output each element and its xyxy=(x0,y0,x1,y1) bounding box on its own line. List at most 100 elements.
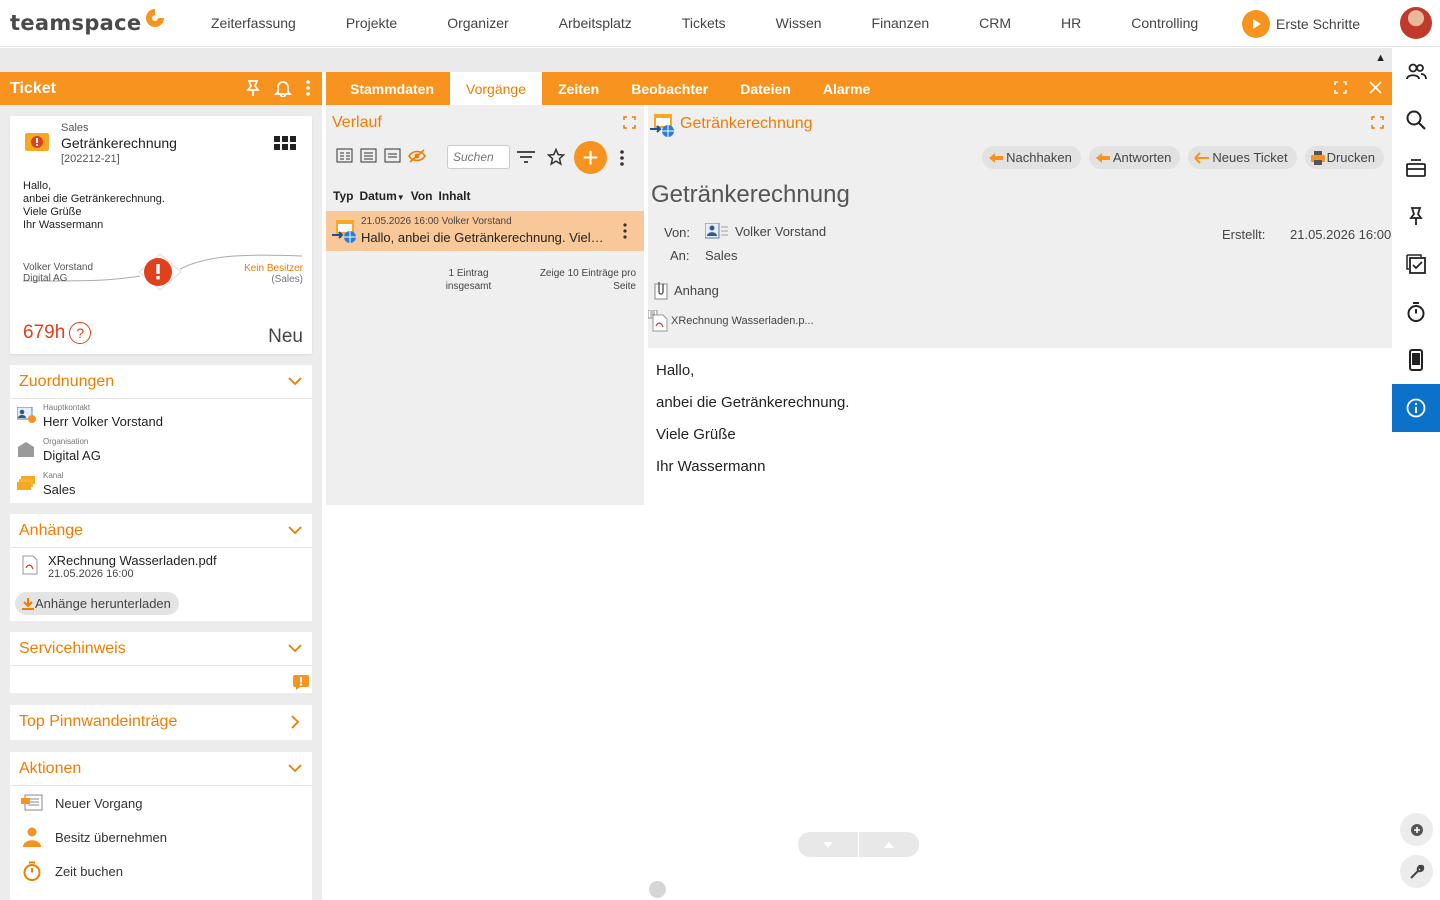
ticket-number: [202212-21] xyxy=(61,153,120,165)
plus-circle-icon xyxy=(1410,823,1423,836)
action-neuer-vorgang[interactable]: Neuer Vorgang xyxy=(10,786,312,820)
tasks-rail-button[interactable] xyxy=(1392,240,1440,288)
view-compact-icon[interactable] xyxy=(384,148,402,164)
action-zeit-buchen[interactable]: Zeit buchen xyxy=(10,854,312,888)
ticket-category: Sales xyxy=(61,122,89,134)
printer-icon xyxy=(1310,150,1325,165)
add-circle-button[interactable] xyxy=(1400,813,1433,846)
mail-subject: Getränkerechnung xyxy=(651,181,850,208)
service-alert-icon xyxy=(293,675,309,690)
page-size[interactable]: Zeige 10 Einträge pro Seite xyxy=(516,267,636,293)
play-icon xyxy=(1242,10,1270,38)
row-meta: 21.05.2026 16:00 Volker Vorstand xyxy=(361,216,512,227)
collapse-up-icon[interactable]: ▲ xyxy=(1375,52,1386,64)
nachhaken-button[interactable]: Nachhaken xyxy=(982,146,1081,169)
verlauf-search-input[interactable]: Suchen xyxy=(447,145,510,169)
contacts-rail-button[interactable] xyxy=(1392,48,1440,96)
inbox-rail-button[interactable] xyxy=(1392,144,1440,192)
col-inhalt[interactable]: Inhalt xyxy=(439,189,471,203)
assignment-organisation[interactable]: Organisation Digital AG xyxy=(10,433,312,467)
from-label: Von: xyxy=(664,225,691,240)
timer-rail-button[interactable] xyxy=(1392,288,1440,336)
servicehinweis-header[interactable]: Servicehinweis xyxy=(10,632,312,666)
nav-zeiterfassung[interactable]: Zeiterfassung xyxy=(190,15,321,31)
info-rail-button[interactable] xyxy=(1392,384,1440,432)
nav-finanzen[interactable]: Finanzen xyxy=(847,15,955,31)
tab-stammdaten[interactable]: Stammdaten xyxy=(326,72,450,105)
nav-controlling[interactable]: Controlling xyxy=(1106,15,1223,31)
tab-beobachter[interactable]: Beobachter xyxy=(615,72,724,105)
search-rail-button[interactable] xyxy=(1392,96,1440,144)
tab-dateien[interactable]: Dateien xyxy=(724,72,807,105)
right-icon-rail xyxy=(1392,48,1440,900)
nav-arbeitsplatz[interactable]: Arbeitsplatz xyxy=(534,15,657,31)
view-detail-icon[interactable] xyxy=(336,148,354,164)
neues-ticket-button[interactable]: Neues Ticket xyxy=(1188,146,1297,169)
verlauf-panel: Verlauf Suchen + Typ Datum▼ Von Inhalt 2… xyxy=(326,105,644,505)
antworten-button[interactable]: Antworten xyxy=(1088,146,1181,169)
tab-vorgaenge[interactable]: Vorgänge xyxy=(450,72,542,105)
ticket-status: Neu xyxy=(268,326,303,347)
nav-projekte[interactable]: Projekte xyxy=(321,15,422,31)
nav-crm[interactable]: CRM xyxy=(954,15,1036,31)
pdf-file-icon xyxy=(22,555,38,575)
tab-zeiten[interactable]: Zeiten xyxy=(542,72,615,105)
scroll-up-button[interactable] xyxy=(858,832,919,857)
scroll-down-button[interactable] xyxy=(798,832,858,857)
hide-eye-icon[interactable] xyxy=(408,148,426,164)
col-datum[interactable]: Datum▼ xyxy=(359,189,404,203)
col-von[interactable]: Von xyxy=(411,189,433,203)
erste-schritte-button[interactable]: Erste Schritte xyxy=(1242,10,1360,38)
attachment-file-name[interactable]: XRechnung Wasserladen.pdf xyxy=(48,553,217,568)
zuordnungen-header[interactable]: Zuordnungen xyxy=(10,365,312,399)
action-besitz-uebernehmen[interactable]: Besitz übernehmen xyxy=(10,820,312,854)
to-label: An: xyxy=(670,248,690,263)
from-value[interactable]: Volker Vorstand xyxy=(705,223,826,239)
channel-stack-icon xyxy=(17,476,35,490)
incoming-email-icon xyxy=(650,114,674,137)
anhaenge-header[interactable]: Anhänge xyxy=(10,514,312,548)
logo-swoosh-icon xyxy=(146,9,165,27)
ticket-detail-header: Getränkerechnung Nachhaken Antworten Neu… xyxy=(648,105,1392,348)
col-typ[interactable]: Typ xyxy=(333,189,353,203)
caret-up-icon xyxy=(884,841,894,848)
top-bar: teamspace Zeiterfassung Projekte Organiz… xyxy=(0,0,1440,47)
more-vertical-icon[interactable] xyxy=(304,79,312,97)
more-vertical-icon[interactable] xyxy=(622,222,628,240)
search-icon xyxy=(1406,110,1426,130)
close-icon[interactable] xyxy=(1369,81,1382,94)
aktionen-header[interactable]: Aktionen xyxy=(10,752,312,786)
nav-tickets[interactable]: Tickets xyxy=(657,15,751,31)
filter-icon[interactable] xyxy=(516,150,536,164)
pin-icon[interactable] xyxy=(244,79,262,97)
detail-actions: Nachhaken Antworten Neues Ticket Drucken xyxy=(982,146,1384,169)
download-attachments-button[interactable]: Anhänge herunterladen xyxy=(15,592,179,615)
ticket-hours: 679h ? xyxy=(23,322,92,344)
expand-icon[interactable] xyxy=(1371,116,1384,129)
assignment-kanal[interactable]: Kanal Sales xyxy=(10,467,312,501)
tab-alarme[interactable]: Alarme xyxy=(807,72,886,105)
more-vertical-icon[interactable] xyxy=(619,149,625,167)
assignment-hauptkontakt[interactable]: Hauptkontakt Herr Volker Vorstand xyxy=(10,399,312,433)
apps-grid-icon[interactable] xyxy=(274,136,296,150)
attachment-file[interactable]: XRechnung Wasserladen.p... xyxy=(648,310,814,332)
expand-icon[interactable] xyxy=(623,116,636,129)
pinnwand-header[interactable]: Top Pinnwandeinträge xyxy=(10,705,312,739)
nav-hr[interactable]: HR xyxy=(1036,15,1106,31)
help-icon[interactable]: ? xyxy=(69,322,92,344)
nav-wissen[interactable]: Wissen xyxy=(751,15,847,31)
view-list-icon[interactable] xyxy=(360,148,378,164)
settings-wrench-button[interactable] xyxy=(1400,855,1433,888)
verlauf-row[interactable]: 21.05.2026 16:00 Volker Vorstand Hallo, … xyxy=(326,211,644,251)
drucken-button[interactable]: Drucken xyxy=(1304,146,1384,169)
fullscreen-icon[interactable] xyxy=(1334,81,1347,94)
nav-organizer[interactable]: Organizer xyxy=(422,15,533,31)
user-presence-icon[interactable] xyxy=(649,881,666,898)
teamspace-logo[interactable]: teamspace xyxy=(10,9,190,35)
mobile-rail-button[interactable] xyxy=(1392,336,1440,384)
bell-icon[interactable] xyxy=(274,79,292,97)
star-icon[interactable] xyxy=(547,148,565,166)
pin-rail-button[interactable] xyxy=(1392,192,1440,240)
user-avatar[interactable] xyxy=(1400,7,1432,39)
add-entry-button[interactable]: + xyxy=(574,141,607,174)
